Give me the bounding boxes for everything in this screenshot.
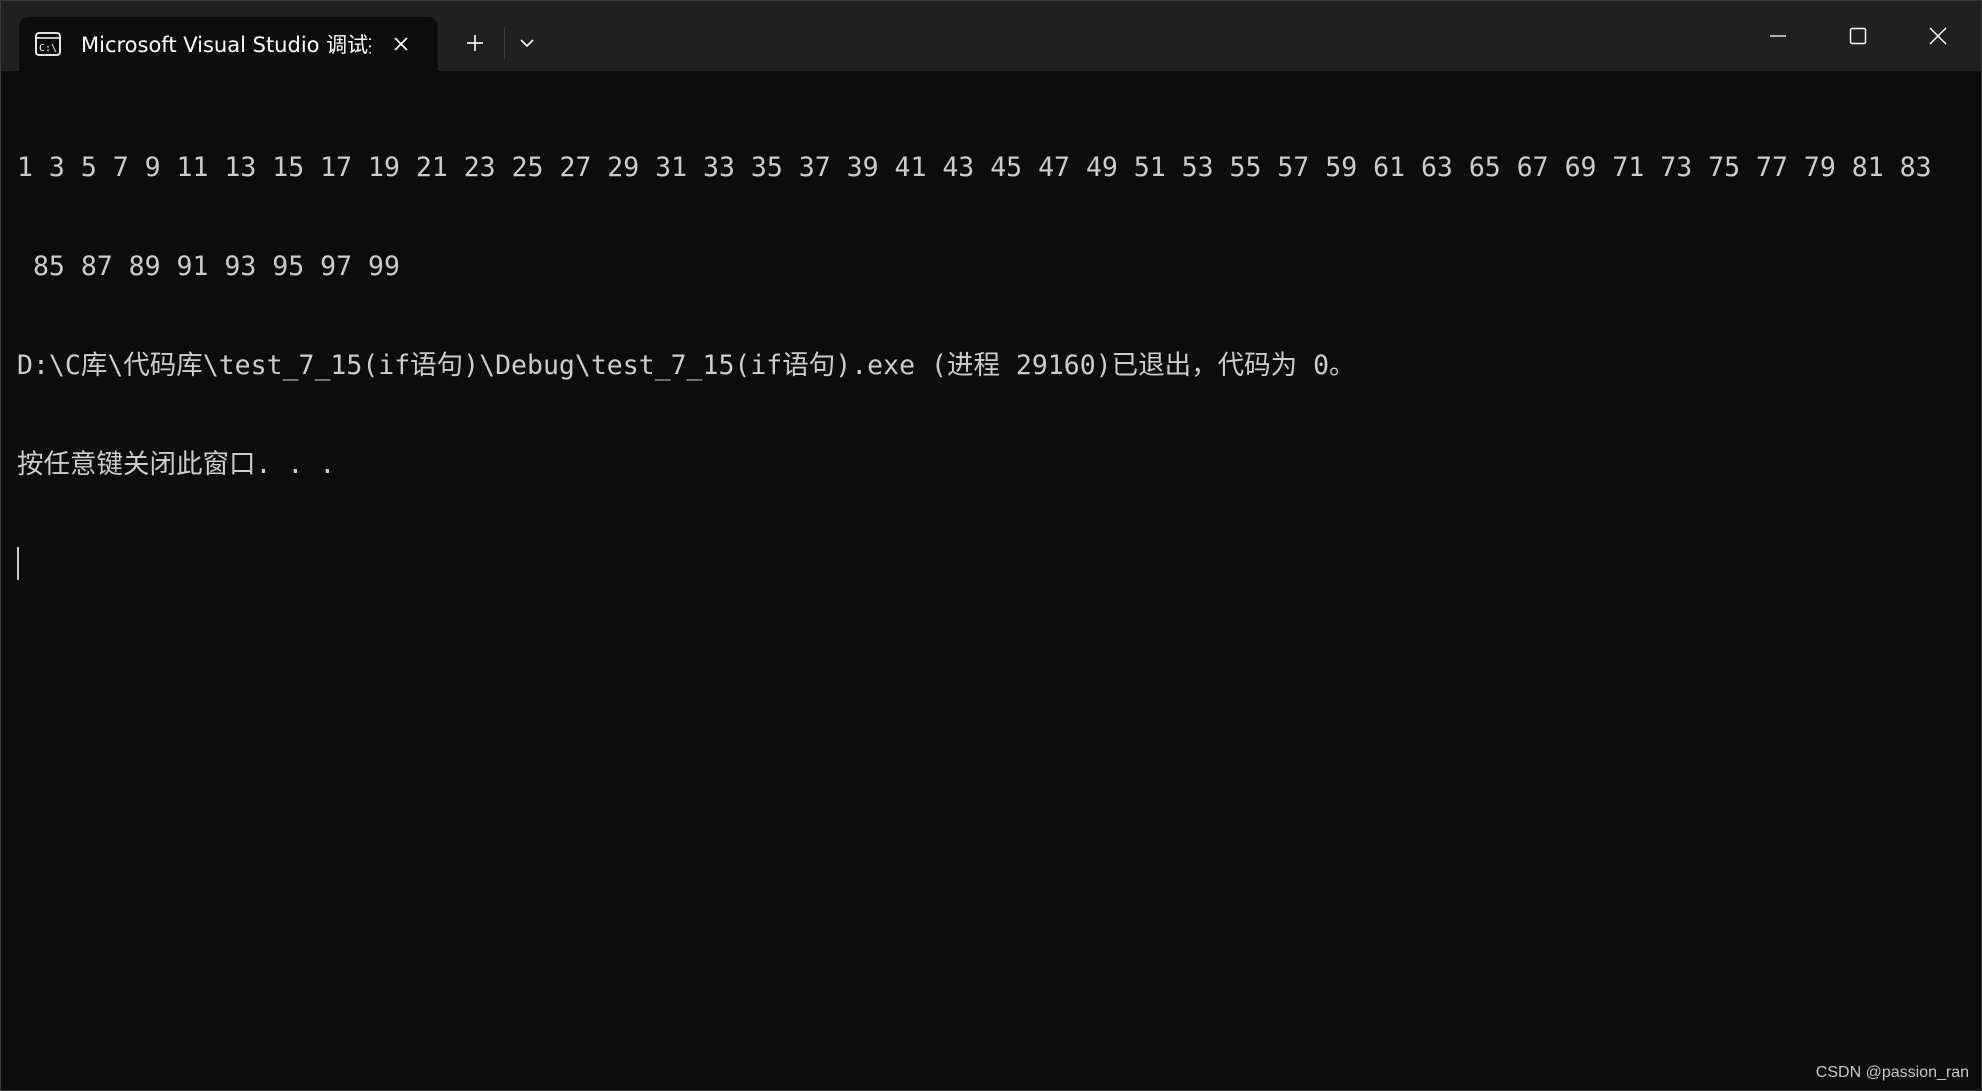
close-icon: [1929, 27, 1947, 45]
minimize-icon: [1770, 35, 1786, 37]
svg-text:C:\: C:\: [39, 43, 57, 54]
text-cursor: [17, 547, 19, 580]
tab-title: Microsoft Visual Studio 调试控制台: [81, 33, 371, 57]
new-tab-button[interactable]: [457, 25, 493, 61]
terminal-window: C:\ Microsoft Visual Studio 调试控制台: [0, 0, 1982, 1091]
output-line-press-key: 按任意键关闭此窗口. . .: [17, 449, 336, 480]
watermark: CSDN @passion_ran: [1815, 1064, 1969, 1081]
maximize-icon: [1849, 27, 1867, 45]
title-bar[interactable]: C:\ Microsoft Visual Studio 调试控制台: [1, 1, 1981, 71]
console-icon: C:\: [35, 32, 61, 56]
chevron-down-icon: [520, 39, 534, 48]
tab-divider: [504, 27, 505, 59]
plus-icon: [467, 35, 483, 51]
tab-dropdown-button[interactable]: [509, 25, 545, 61]
output-line-exit-status: D:\C库\代码库\test_7_15(if语句)\Debug\test_7_1…: [17, 350, 1356, 381]
output-line-numbers-1: 1 3 5 7 9 11 13 15 17 19 21 23 25 27 29 …: [17, 152, 1932, 183]
tab-debug-console[interactable]: C:\ Microsoft Visual Studio 调试控制台: [19, 17, 438, 71]
output-line-numbers-2: 85 87 89 91 93 95 97 99: [17, 251, 400, 282]
cursor-line: [17, 547, 1967, 580]
close-tab-icon[interactable]: [386, 29, 416, 59]
terminal-output[interactable]: 1 3 5 7 9 11 13 15 17 19 21 23 25 27 29 …: [17, 85, 1967, 646]
close-window-button[interactable]: [1898, 1, 1978, 71]
maximize-button[interactable]: [1818, 1, 1898, 71]
minimize-button[interactable]: [1738, 1, 1818, 71]
